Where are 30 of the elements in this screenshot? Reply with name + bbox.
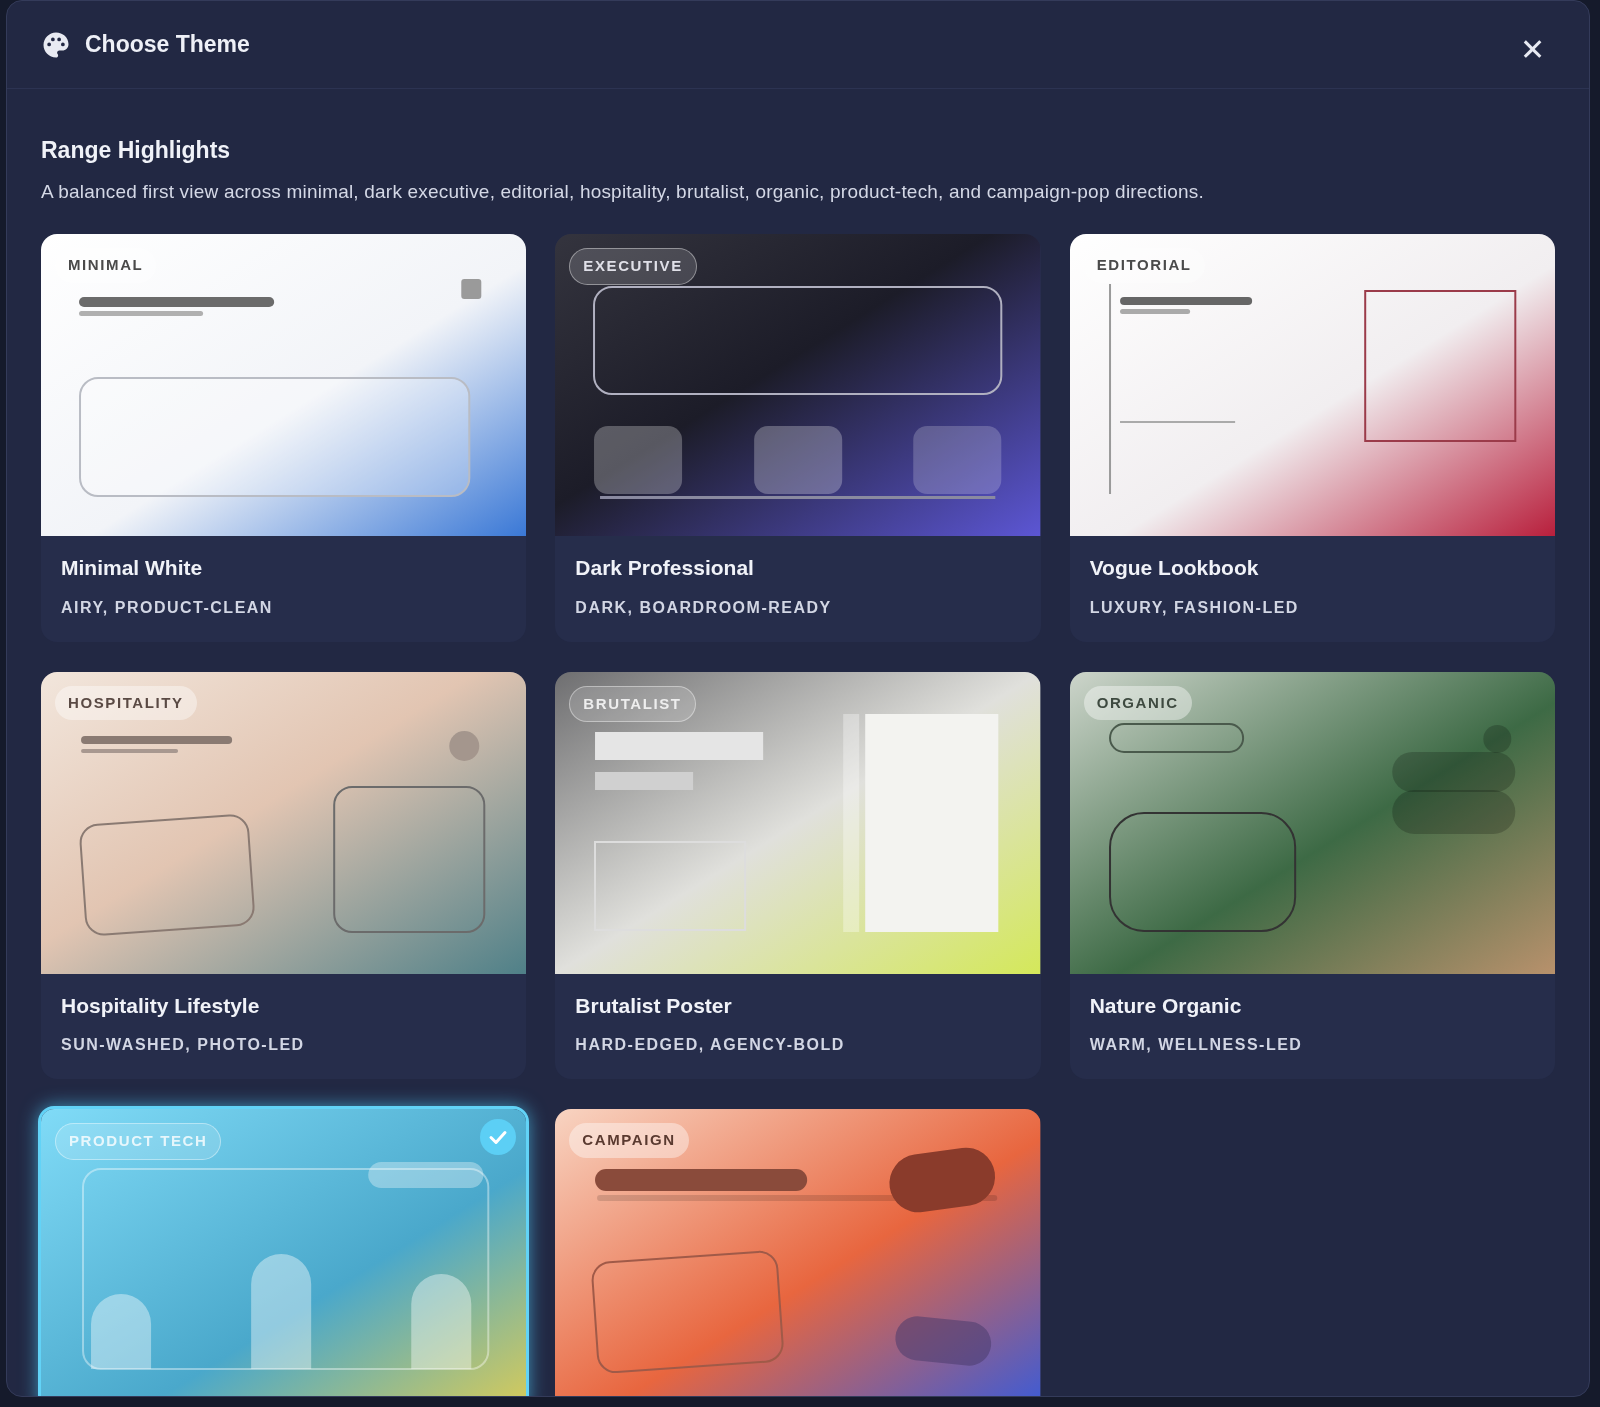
theme-card[interactable]: ORGANIC Nature Organic WARM, WELLNESS-LED bbox=[1069, 671, 1555, 1079]
theme-name: Vogue Lookbook bbox=[1089, 555, 1260, 581]
section-description: A balanced first view across minimal, dark executive, editorial, hospitality, brutalist, organic, product-tech, and campaign-pop directions. bbox=[41, 179, 1205, 204]
theme-traits: WARM, WELLNESS-LED bbox=[1089, 1035, 1304, 1055]
theme-name: Nature Organic bbox=[1089, 992, 1243, 1019]
theme-traits: AIRY, PRODUCT-CLEAN bbox=[61, 597, 274, 618]
close-button[interactable]: ✕ bbox=[1520, 34, 1545, 65]
theme-tag: EXECUTIVE bbox=[569, 248, 697, 285]
theme-tag: CAMPAIGN bbox=[569, 1123, 689, 1158]
theme-name: Brutalist Poster bbox=[575, 992, 733, 1019]
theme-card[interactable]: EXECUTIVE Dark Professional DARK, BOARDROOM-READY bbox=[555, 234, 1041, 642]
theme-card[interactable]: MINIMAL Minimal White AIRY, PRODUCT-CLEAN bbox=[41, 234, 527, 642]
theme-card[interactable]: HOSPITALITY Hospitality Lifestyle SUN-WASHED, PHOTO-LED bbox=[41, 671, 527, 1079]
theme-card[interactable]: EDITORIAL Vogue Lookbook LUXURY, FASHION-LED bbox=[1069, 234, 1555, 642]
theme-traits: SUN-WASHED, PHOTO-LED bbox=[61, 1035, 306, 1055]
theme-tag: PRODUCT TECH bbox=[55, 1123, 222, 1160]
theme-name: Dark Professional bbox=[575, 555, 755, 581]
checkmark-icon bbox=[480, 1119, 517, 1155]
theme-name: Hospitality Lifestyle bbox=[61, 992, 261, 1019]
theme-card[interactable]: BRUTALIST Brutalist Poster HARD-EDGED, AGENCY-BOLD bbox=[555, 671, 1041, 1079]
section-title: Range Highlights bbox=[41, 136, 232, 165]
dialog-title: Choose Theme bbox=[85, 30, 250, 60]
theme-traits: HARD-EDGED, AGENCY-BOLD bbox=[575, 1035, 846, 1055]
theme-traits: LUXURY, FASHION-LED bbox=[1089, 597, 1300, 618]
theme-name: Minimal White bbox=[61, 555, 204, 581]
theme-tag: BRUTALIST bbox=[569, 685, 696, 722]
theme-tag: HOSPITALITY bbox=[55, 685, 197, 720]
theme-card[interactable]: CAMPAIGN bbox=[555, 1109, 1041, 1396]
theme-tag: ORGANIC bbox=[1083, 685, 1192, 720]
theme-traits: DARK, BOARDROOM-READY bbox=[575, 597, 833, 618]
